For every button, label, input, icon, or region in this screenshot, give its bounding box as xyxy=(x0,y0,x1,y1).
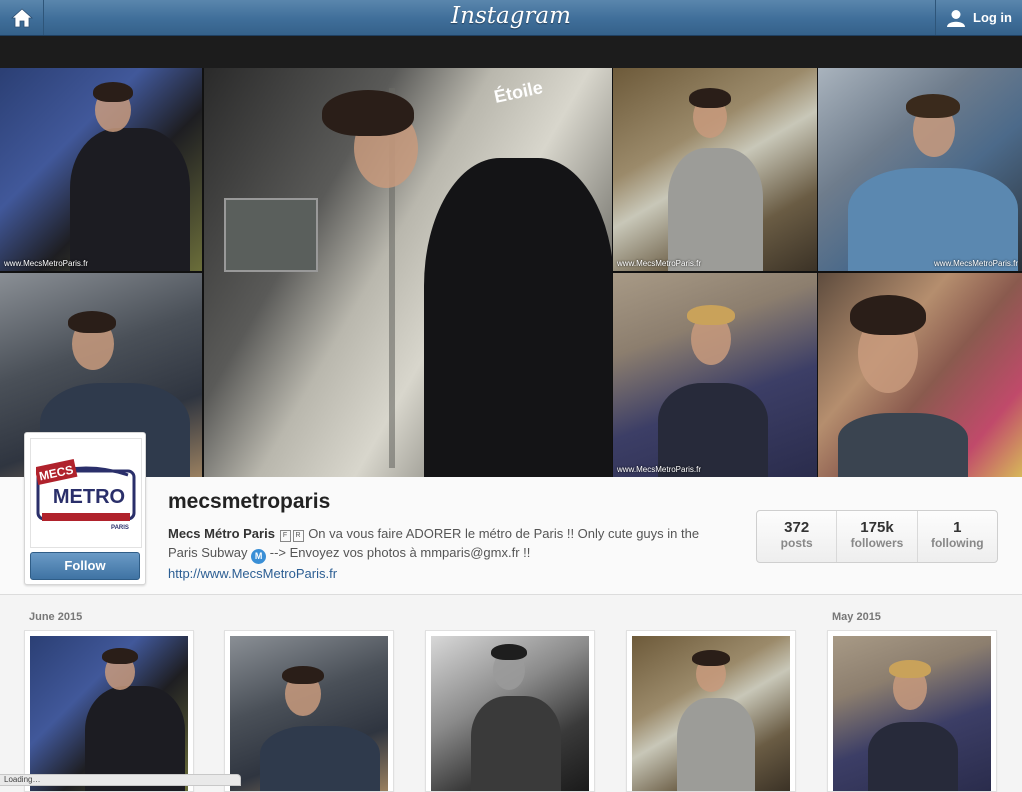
watermark: www.MecsMetroParis.fr xyxy=(617,465,702,474)
cover-photo-6[interactable] xyxy=(818,273,1022,477)
stat-value: 175k xyxy=(860,519,894,536)
top-navigation-bar: Instagram Log in xyxy=(0,0,1022,36)
stat-posts[interactable]: 372 posts xyxy=(757,511,838,562)
watermark: www.MecsMetroParis.fr xyxy=(4,259,89,268)
photo-thumbnail[interactable] xyxy=(425,630,595,792)
cover-photo-4[interactable]: www.MecsMetroParis.fr xyxy=(818,68,1022,271)
flag-letter-icon: R xyxy=(292,530,304,542)
logo-text-metro: METRO xyxy=(53,486,125,508)
profile-avatar-card: MECS METRO PARIS Follow xyxy=(24,432,146,585)
header-band xyxy=(0,36,1022,68)
user-icon xyxy=(947,9,965,27)
home-button[interactable] xyxy=(0,0,44,35)
follow-button[interactable]: Follow xyxy=(30,552,140,580)
cover-photo-featured[interactable]: Étoile xyxy=(204,68,612,477)
browser-status-bar: Loading… xyxy=(0,774,241,786)
profile-display-name: Mecs Métro Paris xyxy=(168,526,275,541)
photo-thumbnail[interactable] xyxy=(626,630,796,792)
stat-label: following xyxy=(930,536,984,550)
stat-value: 372 xyxy=(784,519,810,536)
photo-thumbnail[interactable] xyxy=(827,630,997,792)
cover-photo-5[interactable]: www.MecsMetroParis.fr xyxy=(613,273,817,477)
profile-stats: 372 posts 175k followers 1 following xyxy=(756,510,998,563)
station-sign: Étoile xyxy=(492,77,545,107)
cover-photo-1[interactable]: www.MecsMetroParis.fr xyxy=(0,68,202,271)
stat-followers[interactable]: 175k followers xyxy=(837,511,918,562)
mecs-metro-logo: MECS METRO PARIS xyxy=(36,459,136,531)
home-icon xyxy=(10,7,33,27)
stat-following[interactable]: 1 following xyxy=(918,511,997,562)
login-label: Log in xyxy=(973,10,1012,25)
stat-label: followers xyxy=(850,536,904,550)
watermark: www.MecsMetroParis.fr xyxy=(617,259,702,268)
avatar[interactable]: MECS METRO PARIS xyxy=(30,438,142,548)
profile-username: mecsmetroparis xyxy=(168,490,331,513)
cover-photo-3[interactable]: www.MecsMetroParis.fr xyxy=(613,68,817,271)
stat-value: 1 xyxy=(953,519,962,536)
photo-thumbnail[interactable] xyxy=(24,630,194,792)
profile-website-link[interactable]: http://www.MecsMetroParis.fr xyxy=(168,566,337,581)
bio-text-2: --> Envoyez vos photos à mmparis@gmx.fr … xyxy=(269,545,531,560)
photo-thumbnail[interactable] xyxy=(224,630,394,792)
month-label-may: May 2015 xyxy=(832,611,881,623)
logo-text-paris: PARIS xyxy=(111,525,129,531)
profile-bio: Mecs Métro Paris FR On va vous faire ADO… xyxy=(168,524,713,583)
instagram-logo: Instagram xyxy=(451,3,571,29)
stat-label: posts xyxy=(780,536,813,550)
cover-photo-mosaic: www.MecsMetroParis.fr Étoile www.MecsMet… xyxy=(0,68,1022,477)
month-label-june: June 2015 xyxy=(29,611,83,623)
watermark: www.MecsMetroParis.fr xyxy=(933,259,1018,268)
login-button[interactable]: Log in xyxy=(935,0,1022,35)
flag-letter-icon: F xyxy=(279,530,291,542)
metro-badge-icon: M xyxy=(251,549,267,564)
